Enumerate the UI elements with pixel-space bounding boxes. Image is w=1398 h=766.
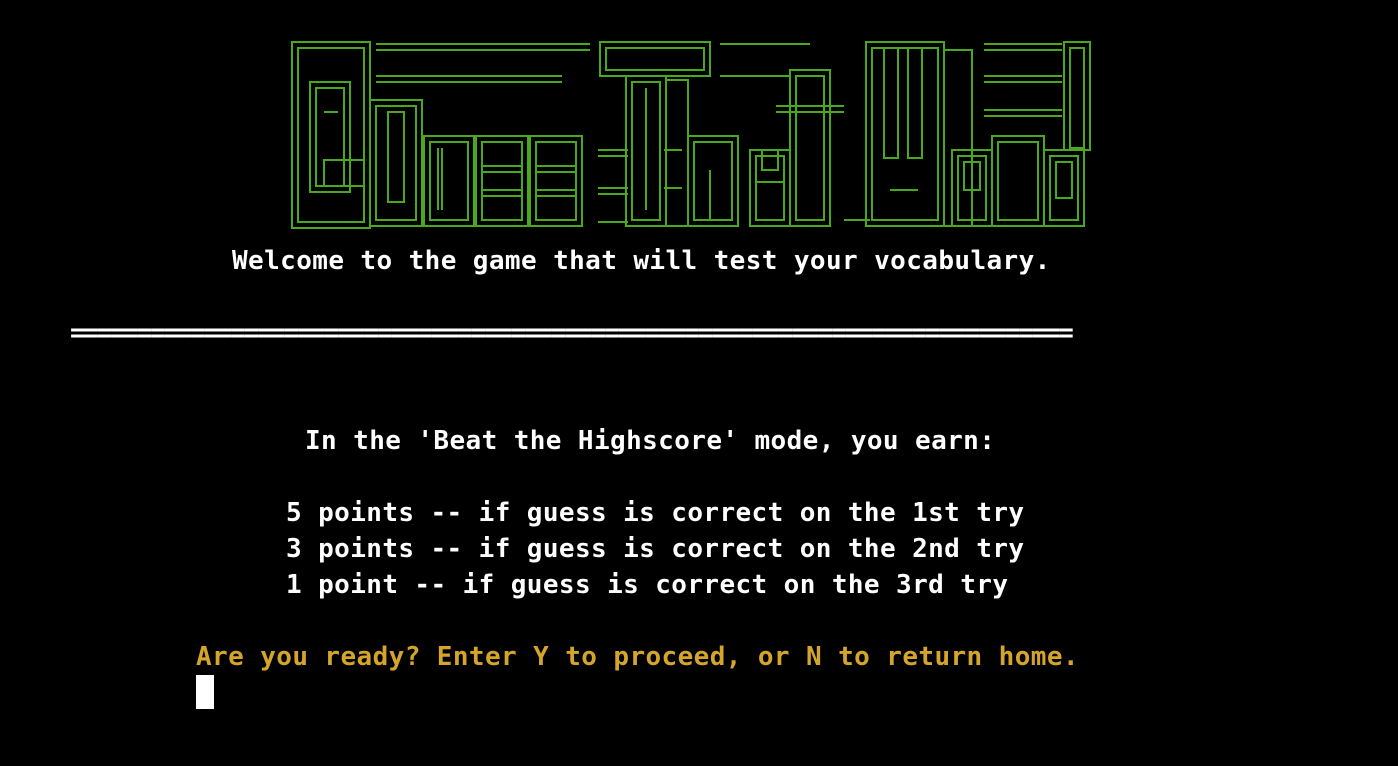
divider-line: ========================================… [70,318,1074,348]
guess-that-word-logo [291,41,1091,229]
ready-prompt: Are you ready? Enter Y to proceed, or N … [196,642,1079,672]
scoring-line-1: 5 points -- if guess is correct on the 1… [286,498,1025,528]
mode-intro-text: In the 'Beat the Highscore' mode, you ea… [305,426,996,456]
terminal-input-cursor[interactable] [196,675,214,709]
scoring-line-2: 3 points -- if guess is correct on the 2… [286,534,1025,564]
welcome-text: Welcome to the game that will test your … [232,246,1051,276]
terminal-window[interactable]: Welcome to the game that will test your … [0,0,1398,766]
scoring-line-3: 1 point -- if guess is correct on the 3r… [286,570,1009,600]
